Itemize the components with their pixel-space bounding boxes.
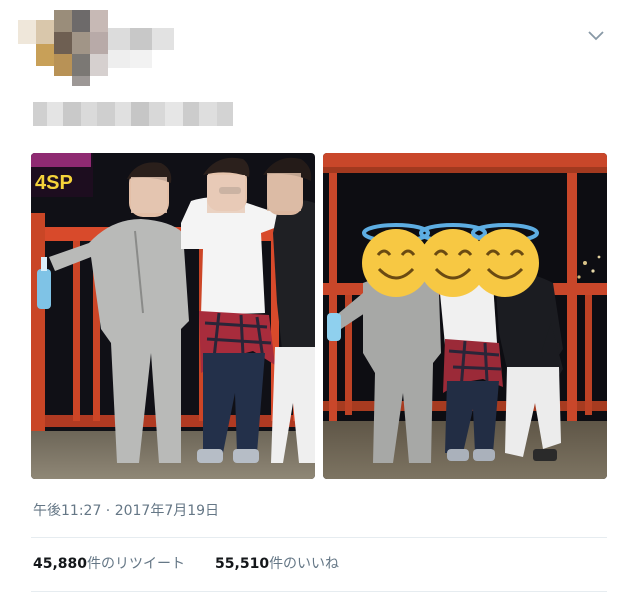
divider <box>31 591 607 592</box>
retweet-stat[interactable]: 45,880件のリツイート <box>33 553 185 573</box>
retweet-count: 45,880 <box>33 556 88 572</box>
blurred-tweet-text <box>33 102 233 126</box>
like-label: 件のいいね <box>269 556 340 572</box>
svg-text:4SP: 4SP <box>35 172 73 194</box>
pixelated-avatar-and-name[interactable] <box>18 10 180 86</box>
tweet-timestamp[interactable]: 午後11:27 · 2017年7月19日 <box>33 500 219 520</box>
like-stat[interactable]: 55,510件のいいね <box>215 553 339 573</box>
photo-right[interactable] <box>323 153 607 479</box>
retweet-label: 件のリツイート <box>87 556 186 572</box>
tweet-stats: 45,880件のリツイート 55,510件のいいね <box>33 553 339 573</box>
like-count: 55,510 <box>215 556 270 572</box>
photo-left[interactable]: 4SP <box>31 153 315 479</box>
divider <box>31 537 607 538</box>
chevron-down-icon[interactable] <box>586 26 606 46</box>
